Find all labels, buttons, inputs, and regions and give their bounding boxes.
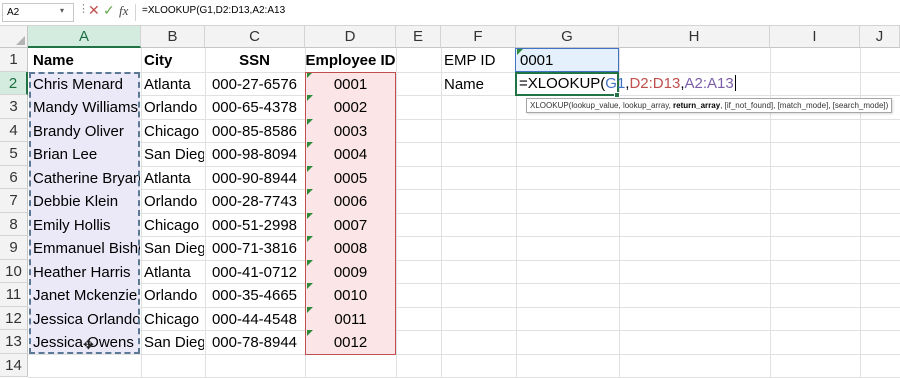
in-cell-formula-editor[interactable]: =XLOOKUP(G1,D2:D13,A2:A13 [519,73,736,95]
cell-city[interactable]: Orlando [144,96,204,119]
header-ssn[interactable]: SSN [204,49,305,72]
cell-ssn[interactable]: 000-44-4548 [204,308,305,331]
formula-bar-divider [135,4,136,21]
cell-ssn[interactable]: 000-27-6576 [204,73,305,96]
cell-ssn[interactable]: 000-78-8944 [204,331,305,354]
move-cursor-icon: ✥ [83,337,94,352]
cell-ssn[interactable]: 000-51-2998 [204,214,305,237]
cell-ssn[interactable]: 000-90-8944 [204,167,305,190]
row-header-11[interactable]: 11 [0,283,28,307]
name-box-value: A2 [7,7,20,18]
row-header-12[interactable]: 12 [0,306,28,330]
emp-id-label[interactable]: EMP ID [444,49,514,72]
tooltip-args-end: , [if_not_found], [match_mode], [search_… [720,101,889,110]
cell-city[interactable]: Chicago [144,308,204,331]
select-all-icon [16,36,25,45]
column-header-b[interactable]: B [141,26,205,48]
cell-ssn[interactable]: 000-41-0712 [204,261,305,284]
formula-arg-return-array: A2:A13 [684,75,734,92]
worksheet-grid[interactable]: ABCDEFGHIJ 1 2 3 4 5 6 7 8 9 10 11 12 13 14 Name City… [0,26,900,378]
name-label[interactable]: Name [444,73,514,96]
column-header-f[interactable]: F [441,26,516,48]
cell-ssn[interactable]: 000-65-4378 [204,96,305,119]
formula-bar: A2 ▾ ⋮ ✕ ✓ fx =XLOOKUP(G1,D2:D13,A2:A13 [0,0,900,26]
column-header-d[interactable]: D [305,26,396,48]
header-employee-id[interactable]: Employee ID [305,49,396,72]
row-header-13[interactable]: 13 [0,330,28,354]
column-header-e[interactable]: E [396,26,441,48]
cell-ssn[interactable]: 000-98-8094 [204,143,305,166]
row-header-9[interactable]: 9 [0,236,28,260]
row-header-8[interactable]: 8 [0,212,28,236]
row-header-14[interactable]: 14 [0,353,28,377]
cell-ssn[interactable]: 000-71-3816 [204,237,305,260]
column-header-c[interactable]: C [205,26,305,48]
column-header-g[interactable]: G [516,26,619,48]
tooltip-current-arg: return_array [673,101,721,110]
column-header-j[interactable]: J [860,26,900,48]
row-header-4[interactable]: 4 [0,118,28,142]
column-header-a[interactable]: A [28,26,141,48]
row-header-7[interactable]: 7 [0,189,28,213]
row-header-1[interactable]: 1 [0,48,28,72]
cell-city[interactable]: San Diego [144,331,204,354]
tooltip-args-start: XLOOKUP(lookup_value, lookup_array, [530,101,674,110]
more-options-icon: ⋮ [78,3,89,15]
cancel-icon[interactable]: ✕ [88,2,100,19]
formula-arg-lookup-array: D2:D13 [629,75,681,92]
cell-city[interactable]: San Diego [144,237,204,260]
cell-city[interactable]: Atlanta [144,261,204,284]
header-name[interactable]: Name [33,49,138,72]
formula-function-text: =XLOOKUP( [519,75,606,92]
header-city[interactable]: City [144,49,204,72]
cell-city[interactable]: San Diego [144,143,204,166]
employee-id-range-reference [305,72,396,355]
chevron-down-icon[interactable]: ▾ [60,6,64,15]
row-header-2[interactable]: 2 [0,71,28,95]
row-header-10[interactable]: 10 [0,259,28,283]
emp-id-cell-reference [515,48,619,72]
function-argument-tooltip[interactable]: XLOOKUP(lookup_value, lookup_array, retu… [526,98,893,113]
cell-ssn[interactable]: 000-85-8586 [204,120,305,143]
formula-input[interactable]: =XLOOKUP(G1,D2:D13,A2:A13 [142,5,285,16]
cell-city[interactable]: Atlanta [144,73,204,96]
cell-ssn[interactable]: 000-35-4665 [204,284,305,307]
cell-city[interactable]: Orlando [144,190,204,213]
enter-icon[interactable]: ✓ [103,2,115,19]
column-header-h[interactable]: H [619,26,770,48]
cell-city[interactable]: Orlando [144,284,204,307]
text-caret [734,75,736,91]
cell-city[interactable]: Atlanta [144,167,204,190]
cell-city[interactable]: Chicago [144,214,204,237]
cell-ssn[interactable]: 000-28-7743 [204,190,305,213]
column-header-i[interactable]: I [770,26,860,48]
row-header-5[interactable]: 5 [0,142,28,166]
row-header-3[interactable]: 3 [0,95,28,119]
formula-arg-lookup-value: G1 [605,75,626,92]
row-header-6[interactable]: 6 [0,165,28,189]
name-range-selection [29,72,140,354]
insert-function-icon[interactable]: fx [119,3,128,19]
select-all-button[interactable] [0,26,28,48]
cell-city[interactable]: Chicago [144,120,204,143]
